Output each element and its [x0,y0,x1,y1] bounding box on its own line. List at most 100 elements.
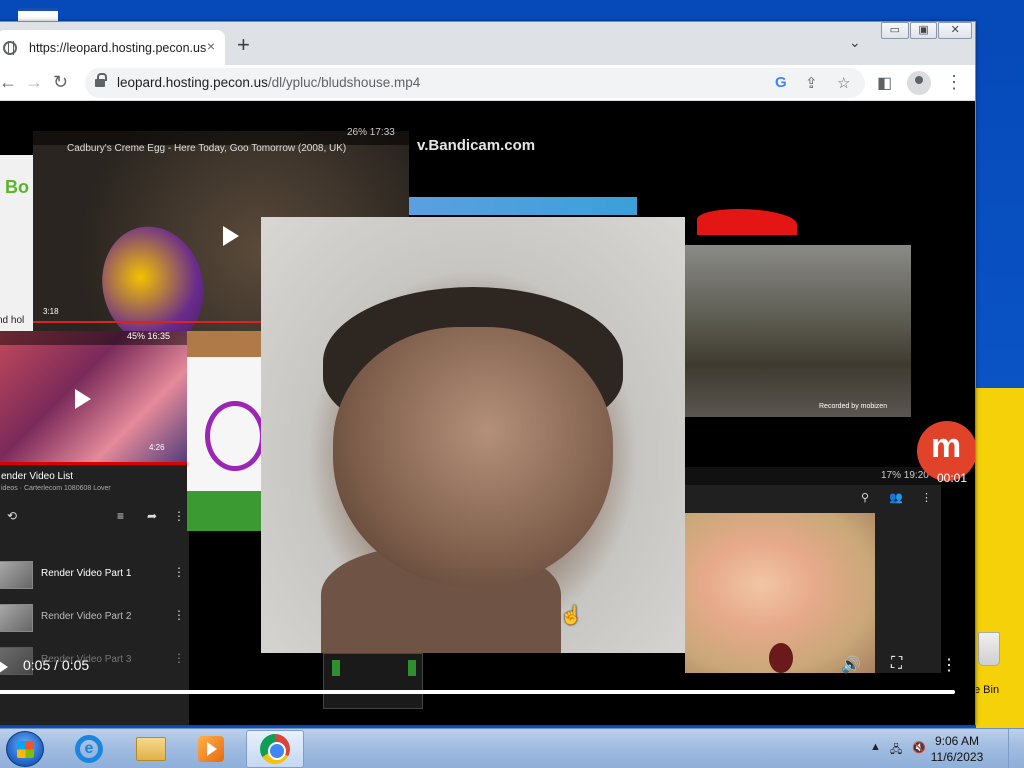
globe-icon [3,40,17,55]
media-player-icon [198,736,224,762]
add-queue-icon: ≡ [117,509,125,523]
playlist-item-label: Render Video Part 1 [41,568,132,579]
url-text[interactable]: leopard.hosting.pecon.us/dl/ypluc/bludsh… [117,75,420,90]
open-mouth-shape [769,643,793,673]
lock-icon[interactable] [95,73,107,88]
taskbar-clock[interactable]: 9:06 AM 11/6/2023 [928,733,986,765]
internet-explorer-icon: e [75,735,103,763]
player-time-display: 0:05 / 0:05 [23,657,90,673]
google-lens-icon[interactable]: G [775,74,787,91]
tab-close-icon[interactable]: × [207,38,215,54]
video-collage-green-frame [187,491,261,531]
taskbar-chrome[interactable] [246,730,304,768]
mobizen-timer: 00:01 [937,471,968,485]
list-item: Render Video Part 2 ⋮ [0,598,189,638]
minimize-button[interactable]: ▭ [881,22,909,39]
playlist-item-label: Render Video Part 2 [41,611,132,622]
collage-status-text: 26% 17:33 [347,127,395,138]
network-icon[interactable]: 🖧 [890,741,902,760]
start-button[interactable] [6,731,44,767]
loop-icon: ⟲ [7,509,18,523]
list-item: Render Video Part 1 ⋮ [0,555,189,595]
creme-egg-image [89,215,217,331]
player-more-button[interactable]: ⋮ [941,655,957,675]
video-collage-face-frame [261,217,685,653]
restore-button[interactable]: ▣ [909,22,938,39]
show-desktop-button[interactable] [1008,729,1024,768]
left-brand-text: Bo [5,177,29,197]
playlist-thumbnail [0,604,33,632]
folder-icon [136,737,166,761]
playlist-item-more-icon: ⋮ [173,565,185,579]
mouse-cursor-icon: ☝ [560,605,583,625]
player-progress-bar[interactable] [0,690,955,694]
girl-image [685,513,875,673]
kids-duration: 4:26 [149,443,165,452]
reload-button[interactable]: ↻ [53,72,68,93]
left-caption-text: nd hol [0,315,25,326]
more-icon: ⋮ [173,509,185,523]
forward-button[interactable]: → [25,72,43,93]
video-collage-left-frame: Bo nd hol [0,155,37,331]
more-icon: ⋮ [921,492,932,504]
video-collage-bottom-frame [323,653,423,709]
new-tab-button[interactable]: + [237,34,250,56]
address-bar[interactable]: leopard.hosting.pecon.us/dl/ypluc/bludsh… [85,68,865,98]
chrome-icon [260,734,290,764]
playlist-panel: ender Video List ideos · Carterlecom 108… [0,465,189,725]
kids-status-bar: 45% 16:35 [0,331,189,345]
clock-time: 9:06 AM [934,734,980,748]
playlist-item-more-icon: ⋮ [173,608,185,622]
search-icon: ⚲ [861,492,870,504]
player-play-button[interactable] [0,661,8,673]
clock-date: 11/6/2023 [930,750,984,764]
browser-toolbar: ← → ↻ leopard.hosting.pecon.us/dl/ypluc/… [0,65,975,101]
tab-search-button[interactable]: ⌄ [849,34,861,51]
share-arrow-icon: ➦ [147,509,158,523]
kids-play-icon [75,389,91,409]
close-window-button[interactable]: ✕ [938,22,972,39]
volume-button[interactable]: 🔊 [841,655,861,675]
side-panel-icon[interactable]: ◧ [877,73,892,93]
bandicam-watermark: v.Bandicam.com [417,137,536,154]
desktop-flag-decoration [18,8,58,22]
recorded-by-label: Recorded by mobizen [819,403,888,410]
taskbar-file-explorer[interactable] [122,730,180,768]
people-icon: 👥 [889,492,903,504]
taskbar-media-player[interactable] [182,730,240,768]
girl-status-bar: 17% 19:20 [685,467,941,485]
egg-time-label: 3:18 [43,307,59,316]
video-player[interactable]: Bo nd hol Cadbury's Creme Egg - Here Tod… [0,101,975,725]
tray-expand-icon[interactable]: ▲ [870,741,881,753]
video-collage-strip [187,331,261,357]
green-figure-shape [332,660,340,676]
bookmark-star-icon[interactable]: ☆ [837,74,850,92]
video-collage-sky-strip [405,197,637,215]
tab-title: https://leopard.hosting.pecon.us [29,40,207,55]
recycle-bin-shortcut[interactable]: e Bin [968,630,1024,700]
playlist-item-more-icon: ⋮ [173,651,185,665]
browser-window: https://leopard.hosting.pecon.us × + ⌄ ▭… [0,21,976,725]
fullscreen-button[interactable]: ⛶ [891,655,902,673]
video-collage-red-shape [697,209,797,235]
playlist-subtitle: ideos · Carterlecom 1080608 Lover [1,485,111,492]
volume-muted-icon[interactable]: 🔇 [912,741,926,754]
taskbar-internet-explorer[interactable]: e [60,730,118,768]
browser-menu-icon[interactable]: ⋮ [945,72,963,93]
window-controls: ▭ ▣ ✕ [881,22,973,40]
recycle-bin-icon [978,632,1000,666]
playlist-thumbnail [0,561,33,589]
back-button[interactable]: ← [0,72,17,93]
video-collage-girl-frame: 17% 19:20 ⚲ 👥 ⋮ [685,467,941,673]
windows-logo-icon [17,741,34,758]
green-figure-shape [408,660,416,676]
face-head-shape [333,327,613,587]
profile-avatar[interactable] [907,71,931,95]
egg-video-title: Cadbury's Creme Egg - Here Today, Goo To… [67,143,347,154]
taskbar: e ▲ 🖧 🔇 9:06 AM 11/6/2023 [0,728,1024,768]
tab-strip: https://leopard.hosting.pecon.us × + ⌄ ▭… [0,22,975,65]
tab-active[interactable]: https://leopard.hosting.pecon.us × [0,30,225,65]
egg-play-icon [223,226,239,246]
purple-ring-shape [205,401,261,471]
share-icon[interactable]: ⇪ [805,74,818,92]
